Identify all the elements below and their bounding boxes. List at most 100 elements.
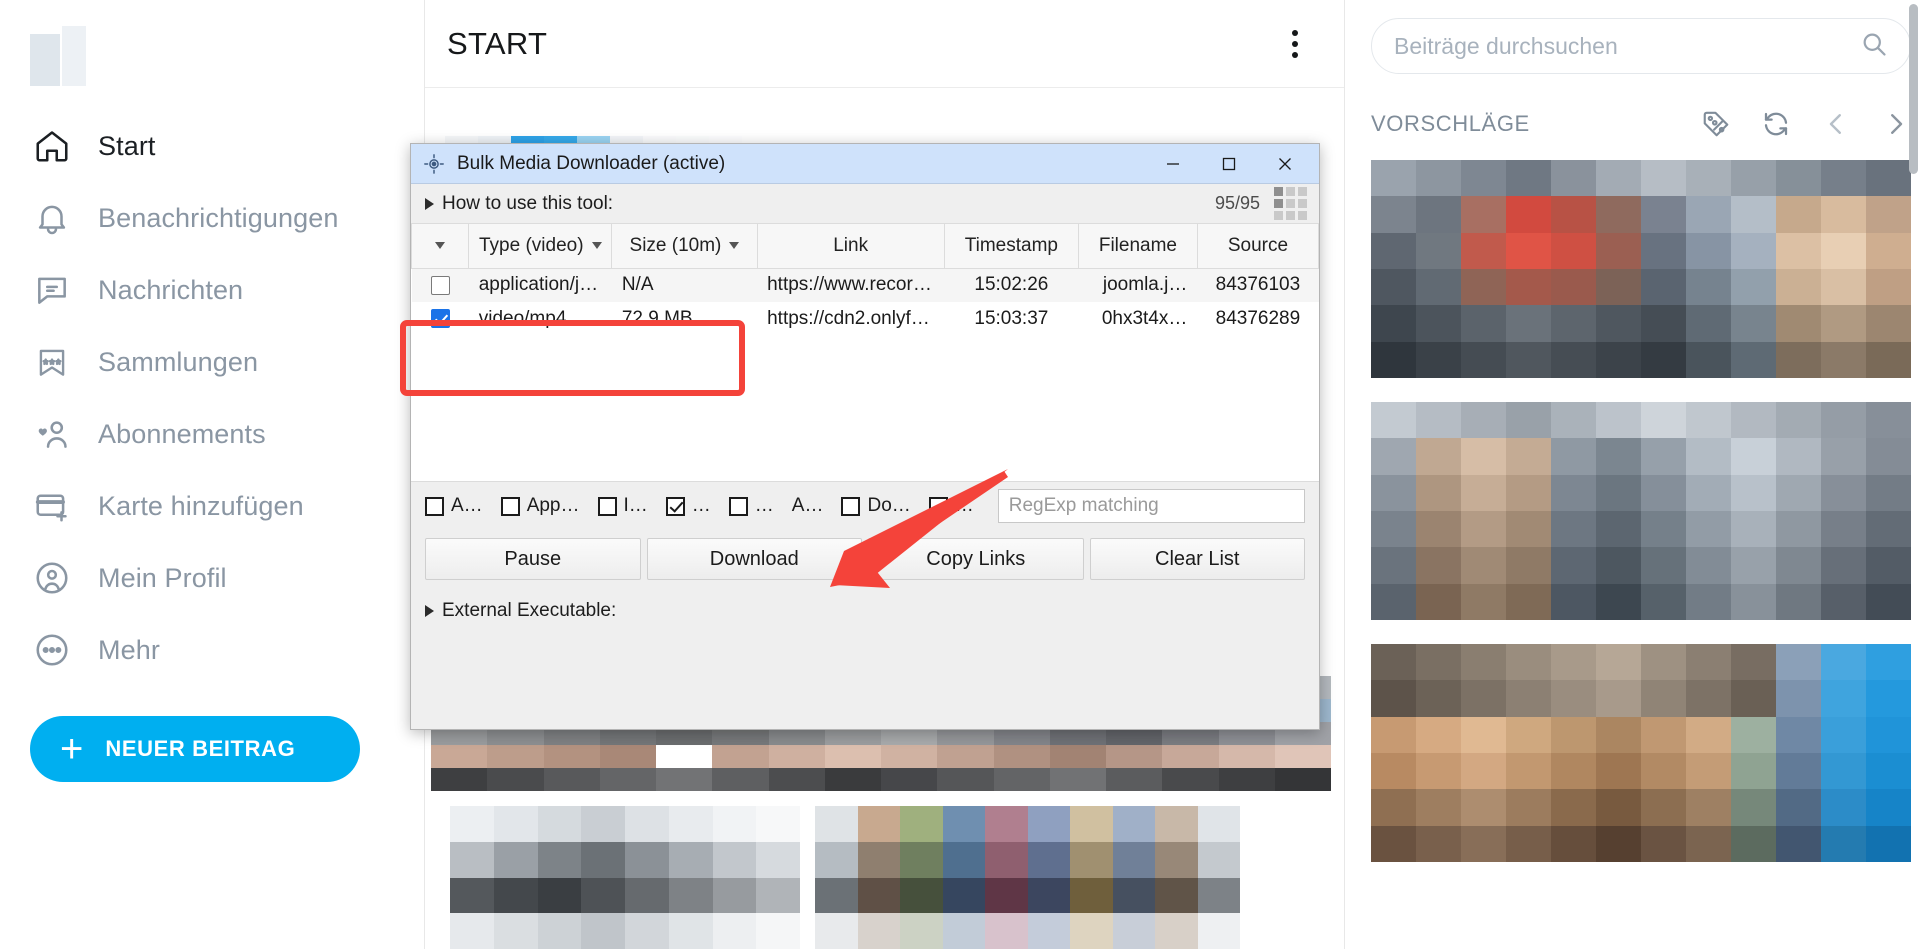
home-icon [32, 126, 72, 166]
close-icon[interactable] [1257, 145, 1313, 183]
minimize-icon[interactable] [1145, 145, 1201, 183]
sidebar-item-karte-hinzufuegen[interactable]: Karte hinzufügen [22, 470, 424, 542]
window-scrollbar[interactable] [1909, 4, 1918, 174]
sidebar-item-start[interactable]: Start [22, 110, 424, 182]
row-checkbox[interactable] [430, 309, 450, 329]
sidebar-item-mehr[interactable]: Mehr [22, 614, 424, 686]
filter-checkbox-7[interactable]: … [928, 495, 974, 517]
filter-label: A… [451, 495, 483, 516]
right-panel: VORSCHLÄGE [1345, 0, 1920, 949]
checkbox-icon[interactable] [425, 496, 444, 516]
search-input[interactable] [1394, 32, 1860, 60]
filter-checkbox-1[interactable]: App… [500, 495, 580, 517]
regexp-field[interactable] [997, 489, 1305, 523]
row-checkbox-cell[interactable] [411, 268, 469, 302]
sidebar-item-abonnements[interactable]: Abonnements [22, 398, 424, 470]
maximize-icon[interactable] [1201, 145, 1257, 183]
column-header-select[interactable] [411, 224, 470, 269]
column-header-filename[interactable]: Filename [1078, 224, 1198, 269]
credit-card-plus-icon [32, 486, 72, 526]
checkbox-icon[interactable] [841, 496, 861, 516]
pause-button[interactable]: Pause [425, 538, 641, 580]
cell-type: application/json [468, 268, 612, 302]
external-executable-toggle[interactable]: External Executable: [411, 590, 1319, 632]
sidebar-item-label: Abonnements [98, 418, 266, 449]
grid-view-icon[interactable] [1274, 187, 1307, 220]
suggestion-card[interactable] [1371, 160, 1911, 378]
suggestion-card[interactable] [1371, 402, 1911, 620]
filter-checkbox-6[interactable]: Do… [841, 495, 911, 517]
howto-section[interactable]: How to use this tool: 95/95 [411, 184, 1319, 224]
search-bar[interactable] [1371, 18, 1911, 74]
search-icon[interactable] [1860, 30, 1888, 63]
cell-type: video/mp4 [468, 302, 612, 336]
clear-list-button[interactable]: Clear List [1089, 538, 1305, 580]
filter-checkbox-0[interactable]: A… [425, 495, 483, 517]
new-post-button[interactable]: + NEUER BEITRAG [30, 716, 360, 782]
bookmark-stars-icon [32, 342, 72, 382]
filter-label: I… [623, 495, 648, 516]
column-header-timestamp[interactable]: Timestamp [943, 224, 1080, 269]
howto-status: 95/95 [1215, 187, 1307, 220]
checkbox-icon[interactable] [728, 496, 748, 516]
suggestions-actions [1701, 109, 1911, 139]
bell-icon [32, 198, 72, 238]
filter-row: A… App… I… … … A… Do… … RegExp matching [411, 482, 1319, 530]
cell-source: 84376289 [1197, 302, 1319, 336]
message-icon [32, 270, 72, 310]
filter-checkbox-5[interactable]: A… [792, 495, 824, 517]
table-header-row: Type (video) Size (10m) Link Timestamp F… [411, 224, 1319, 269]
checkbox-icon[interactable] [500, 496, 520, 516]
new-post-button-label: NEUER BEITRAG [105, 736, 296, 761]
post-thumbnail-pixelated-left [450, 806, 800, 949]
sidebar-item-mein-profil[interactable]: Mein Profil [22, 542, 424, 614]
refresh-icon[interactable] [1761, 109, 1791, 139]
feed-header: START [425, 0, 1344, 88]
chevron-left-icon[interactable] [1821, 109, 1851, 139]
chevron-right-icon[interactable] [1881, 109, 1911, 139]
bulk-media-downloader-dialog: Bulk Media Downloader (active) How to us… [410, 143, 1320, 730]
filter-checkbox-3[interactable]: … [665, 495, 711, 517]
user-circle-icon [32, 558, 72, 598]
table-row[interactable]: application/json N/A https://www.recordc… [411, 268, 1319, 302]
action-buttons: Pause Download Copy Links Clear List [411, 530, 1319, 590]
checkbox-icon[interactable] [597, 496, 617, 516]
cell-filename: 0hx3t4x… [1078, 302, 1198, 336]
sidebar-item-nachrichten[interactable]: Nachrichten [22, 254, 424, 326]
howto-label: How to use this tool: [442, 192, 614, 214]
cell-timestamp: 15:03:37 [944, 302, 1079, 336]
cell-link[interactable]: https://cdn2.onlyfans.… [757, 302, 945, 336]
dialog-title-bar[interactable]: Bulk Media Downloader (active) [411, 144, 1319, 184]
sidebar-item-label: Mein Profil [98, 562, 227, 593]
filter-checkbox-4[interactable]: … [728, 495, 774, 517]
caret-down-icon [435, 242, 446, 250]
column-header-link[interactable]: Link [756, 224, 945, 269]
table-row[interactable]: video/mp4 72.9 MB https://cdn2.onlyfans.… [411, 302, 1319, 336]
column-header-source[interactable]: Source [1196, 224, 1319, 269]
column-header-type[interactable]: Type (video) [468, 224, 613, 269]
column-header-size[interactable]: Size (10m) [611, 224, 758, 269]
discount-tag-icon[interactable] [1701, 109, 1731, 139]
row-checkbox[interactable] [430, 275, 450, 295]
expand-triangle-icon [425, 605, 434, 617]
filter-label: App… [526, 495, 580, 516]
sidebar-item-label: Karte hinzufügen [98, 490, 304, 521]
cell-link[interactable]: https://www.recordca… [757, 268, 945, 302]
cell-source: 84376103 [1197, 268, 1319, 302]
plus-icon: + [60, 727, 84, 771]
howto-toggle[interactable]: How to use this tool: [425, 193, 613, 215]
suggestion-card[interactable] [1371, 644, 1911, 862]
checkbox-icon[interactable] [665, 496, 685, 516]
more-dots-icon [32, 630, 72, 670]
download-button[interactable]: Download [646, 538, 862, 580]
sidebar-item-benachrichtigungen[interactable]: Benachrichtigungen [22, 182, 424, 254]
kebab-menu-icon[interactable] [1286, 24, 1304, 64]
regexp-input[interactable] [1008, 495, 1294, 517]
media-table-area: Type (video) Size (10m) Link Timestamp F… [411, 224, 1319, 482]
checkbox-icon[interactable] [928, 496, 948, 516]
filter-checkbox-2[interactable]: I… [597, 495, 648, 517]
copy-links-button[interactable]: Copy Links [868, 538, 1084, 580]
sidebar-item-sammlungen[interactable]: Sammlungen [22, 326, 424, 398]
row-checkbox-cell[interactable] [411, 302, 469, 336]
app-logo [30, 26, 96, 92]
